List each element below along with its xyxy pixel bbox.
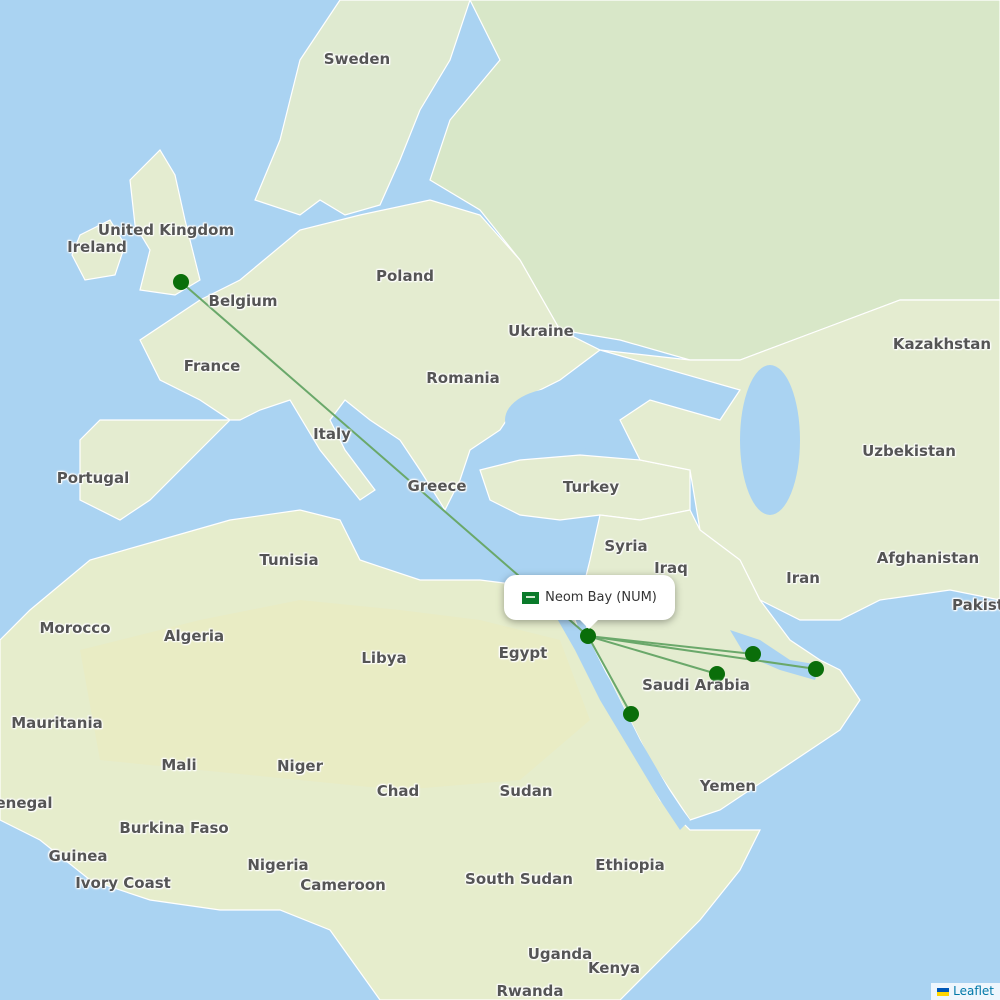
country-label: Niger (276, 757, 324, 775)
country-label: Italy (313, 425, 351, 443)
country-label: Syria (604, 537, 648, 555)
country-label: Ethiopia (595, 856, 665, 874)
airport-popup[interactable]: Neom Bay (NUM) (504, 575, 675, 629)
country-label: France (183, 357, 241, 375)
saudi-arabia-flag-icon (522, 591, 540, 604)
country-label: Morocco (39, 619, 111, 637)
country-label: Greece (407, 477, 467, 495)
country-label: Uganda (527, 945, 593, 963)
country-label: United Kingdom (97, 221, 235, 239)
country-label: Algeria (163, 627, 225, 645)
country-label: Sudan (499, 782, 553, 800)
destination-marker-dammam[interactable] (745, 646, 761, 662)
country-label: Afghanistan (876, 549, 980, 567)
country-label: Rwanda (496, 982, 564, 1000)
ukraine-flag-icon (937, 987, 950, 996)
country-label: Iran (786, 569, 820, 587)
country-label: Libya (361, 649, 407, 667)
country-label: enegal (0, 794, 53, 812)
country-label: Uzbekistan (862, 442, 956, 460)
map-canvas[interactable] (0, 0, 1000, 1000)
country-label: Romania (426, 369, 500, 387)
destination-marker-dubai[interactable] (808, 661, 824, 677)
country-label: Burkina Faso (119, 819, 229, 837)
country-label: Turkey (562, 478, 620, 496)
popup-tip (579, 619, 599, 629)
country-label: Mali (161, 756, 197, 774)
destination-marker-jeddah[interactable] (623, 706, 639, 722)
country-label: Cameroon (300, 876, 386, 894)
country-label: Chad (376, 782, 420, 800)
destination-marker-london[interactable] (173, 274, 189, 290)
country-label: Mauritania (11, 714, 103, 732)
map-attribution[interactable]: Leaflet (931, 983, 1000, 1000)
country-label: Ivory Coast (75, 874, 171, 892)
country-label: Egypt (498, 644, 548, 662)
country-label: Pakist (952, 596, 1000, 614)
country-label: Portugal (56, 469, 130, 487)
land (0, 0, 1000, 1000)
country-label: South Sudan (465, 870, 573, 888)
country-label: Yemen (699, 777, 757, 795)
country-label: Saudi Arabia (642, 676, 750, 694)
country-label: Guinea (48, 847, 108, 865)
country-label: Kazakhstan (892, 335, 992, 353)
country-label: Kenya (587, 959, 641, 977)
country-label: Nigeria (247, 856, 309, 874)
country-label: Ukraine (508, 322, 574, 340)
leaflet-link[interactable]: Leaflet (953, 984, 994, 998)
country-label: Ireland (67, 238, 127, 256)
origin-airport-marker[interactable] (580, 628, 596, 644)
country-label: Tunisia (259, 551, 319, 569)
country-label: Belgium (208, 292, 278, 310)
country-label: Sweden (323, 50, 391, 68)
popup-airport-name: Neom Bay (NUM) (545, 590, 657, 605)
country-label: Poland (376, 267, 434, 285)
